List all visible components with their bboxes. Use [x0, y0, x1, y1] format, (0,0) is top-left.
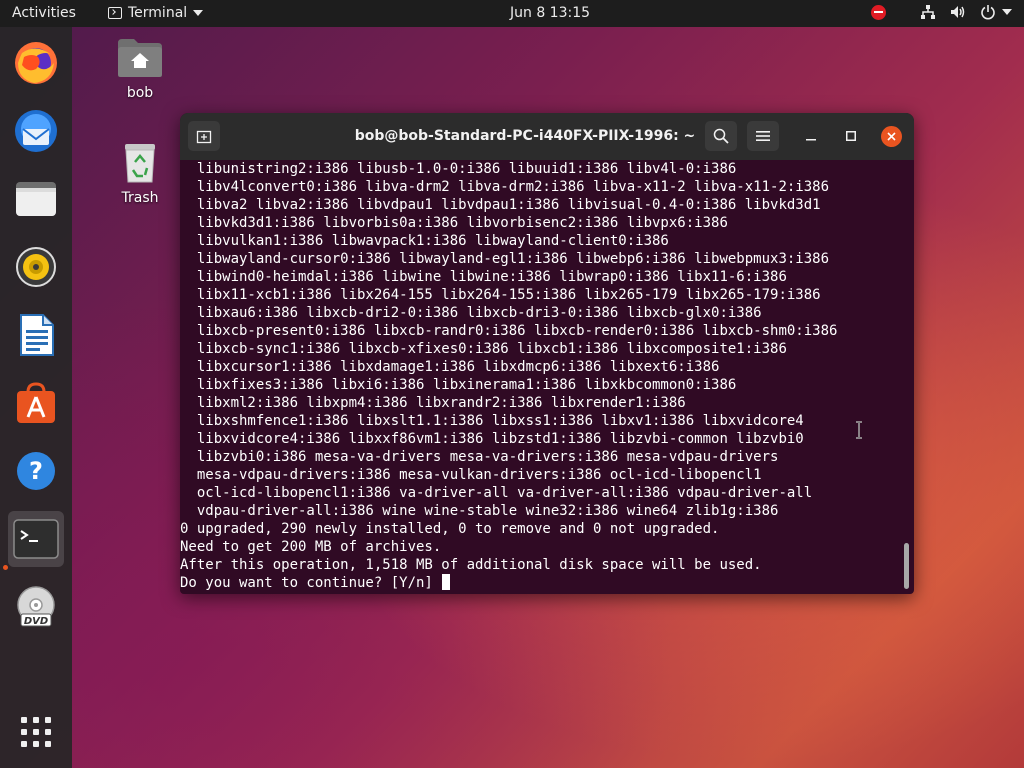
app-menu[interactable]: Terminal: [108, 5, 204, 21]
volume-icon[interactable]: [950, 4, 966, 20]
desktop-trash[interactable]: Trash: [110, 140, 170, 206]
terminal-line: libwind0-heimdal:i386 libwine libwine:i3…: [180, 269, 787, 285]
terminal-line: libwayland-cursor0:i386 libwayland-egl1:…: [180, 251, 830, 267]
terminal-line: libzvbi0:i386 mesa-va-drivers mesa-va-dr…: [180, 449, 779, 465]
terminal-icon: [13, 519, 59, 559]
dock-dvd[interactable]: DVD: [8, 579, 64, 635]
dock-ubuntu-software[interactable]: [8, 375, 64, 431]
trash-label: Trash: [121, 190, 159, 206]
terminal-line: libvulkan1:i386 libwavpack1:i386 libwayl…: [180, 233, 669, 249]
terminal-line: libxfixes3:i386 libxi6:i386 libxinerama1…: [180, 377, 737, 393]
terminal-line: libxvidcore4:i386 libxxf86vm1:i386 libzs…: [180, 431, 804, 447]
terminal-line: libxcb-present0:i386 libxcb-randr0:i386 …: [180, 323, 838, 339]
chevron-down-icon: [1002, 9, 1012, 15]
dock-terminal[interactable]: [8, 511, 64, 567]
app-menu-label: Terminal: [128, 5, 188, 21]
chevron-down-icon: [193, 10, 204, 16]
new-tab-icon: [196, 130, 212, 144]
terminal-line: 0 upgraded, 290 newly installed, 0 to re…: [180, 521, 720, 537]
dock-files[interactable]: [8, 171, 64, 227]
dock-writer[interactable]: [8, 307, 64, 363]
show-applications-icon: [21, 717, 51, 747]
dock-show-applications[interactable]: [8, 704, 64, 760]
trash-icon: [125, 144, 155, 183]
terminal-app-icon: [108, 7, 122, 19]
desktop-home-folder[interactable]: bob: [110, 37, 170, 101]
terminal-line: libvkd3d1:i386 libvorbis0a:i386 libvorbi…: [180, 215, 728, 231]
terminal-line: vdpau-driver-all:i386 wine wine-stable w…: [180, 503, 779, 519]
power-menu[interactable]: [980, 4, 1012, 20]
window-title: bob@bob-Standard-PC-i440FX-PIIX-1996: ~: [354, 128, 696, 144]
terminal-line: Need to get 200 MB of archives.: [180, 539, 442, 555]
search-icon: [713, 128, 729, 144]
close-icon: [887, 132, 896, 141]
terminal-line: mesa-vdpau-drivers:i386 mesa-vulkan-driv…: [180, 467, 762, 483]
thunderbird-icon: [15, 110, 57, 152]
terminal-line: libx11-xcb1:i386 libx264-155 libx264-155…: [180, 287, 821, 303]
dock-firefox[interactable]: [8, 35, 64, 91]
system-tray[interactable]: [871, 4, 1012, 20]
firefox-icon: [15, 42, 57, 84]
close-button[interactable]: [881, 126, 902, 147]
dvd-icon: DVD: [17, 586, 55, 627]
files-icon: [16, 182, 56, 216]
terminal-line: libxcb-sync1:i386 libxcb-xfixes0:i386 li…: [180, 341, 787, 357]
svg-text:DVD: DVD: [24, 616, 48, 627]
terminal-line: After this operation, 1,518 MB of additi…: [180, 557, 762, 573]
minimize-button[interactable]: [801, 126, 821, 146]
svg-text:?: ?: [29, 457, 43, 485]
dock-thunderbird[interactable]: [8, 103, 64, 159]
terminal-line: libxcursor1:i386 libxdamage1:i386 libxdm…: [180, 359, 720, 375]
hamburger-menu-icon: [756, 131, 770, 141]
scrollbar-thumb[interactable]: [904, 543, 909, 589]
dock-rhythmbox[interactable]: [8, 239, 64, 295]
terminal-line: ocl-icd-libopencl1:i386 va-driver-all va…: [180, 485, 813, 501]
maximize-button[interactable]: [841, 126, 861, 146]
new-tab-button[interactable]: [188, 121, 220, 151]
text-cursor: [442, 574, 451, 590]
terminal-prompt-line: Do you want to continue? [Y/n]: [180, 574, 451, 592]
libreoffice-writer-icon: [20, 314, 54, 356]
terminal-line: libunistring2:i386 libusb-1.0-0:i386 lib…: [180, 161, 737, 177]
home-folder-icon: [118, 39, 162, 77]
menu-button[interactable]: [747, 121, 779, 151]
terminal-window[interactable]: bob@bob-Standard-PC-i440FX-PIIX-1996: ~: [180, 113, 914, 594]
dock: ? DVD: [0, 27, 72, 768]
ibeam-cursor-icon: [856, 421, 862, 439]
power-icon: [981, 5, 995, 20]
ubuntu-software-icon: [17, 382, 55, 423]
terminal-prompt: Do you want to continue? [Y/n]: [180, 575, 442, 591]
network-icon[interactable]: [920, 4, 936, 20]
rhythmbox-icon: [16, 247, 56, 287]
do-not-disturb-icon[interactable]: [871, 4, 886, 20]
dock-help[interactable]: ?: [8, 443, 64, 499]
terminal-line: libxau6:i386 libxcb-dri2-0:i386 libxcb-d…: [180, 305, 762, 321]
terminal-line: libxshmfence1:i386 libxslt1.1:i386 libxs…: [180, 413, 804, 429]
clock[interactable]: Jun 8 13:15: [510, 5, 590, 21]
terminal-output[interactable]: libunistring2:i386 libusb-1.0-0:i386 lib…: [180, 160, 905, 594]
terminal-headerbar[interactable]: bob@bob-Standard-PC-i440FX-PIIX-1996: ~: [180, 113, 914, 160]
running-indicator: [3, 565, 8, 570]
search-button[interactable]: [705, 121, 737, 151]
top-bar: Activities Terminal Jun 8 13:15: [0, 0, 1024, 27]
terminal-line: libva2 libva2:i386 libvdpau1 libvdpau1:i…: [180, 197, 821, 213]
activities-button[interactable]: Activities: [12, 5, 76, 21]
maximize-icon: [846, 131, 856, 141]
minimize-icon: [806, 139, 816, 141]
help-icon: ?: [17, 452, 55, 490]
home-folder-label: bob: [126, 85, 154, 101]
terminal-line: libv4lconvert0:i386 libva-drm2 libva-drm…: [180, 179, 830, 195]
terminal-line: libxml2:i386 libxpm4:i386 libxrandr2:i38…: [180, 395, 686, 411]
